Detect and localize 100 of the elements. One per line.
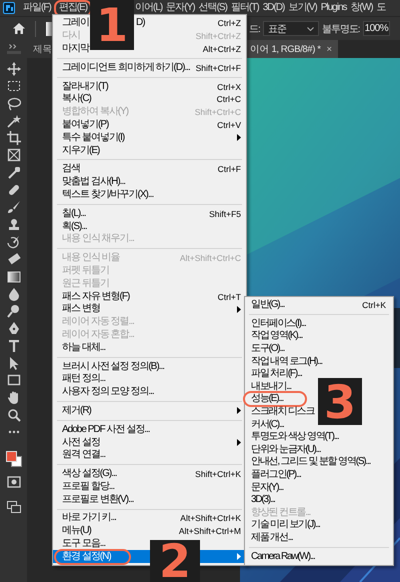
- droplet-icon[interactable]: [6, 286, 20, 301]
- shortcut-label: Shift+F5: [208, 208, 241, 220]
- menu-item[interactable]: Camera Raw(W)...: [245, 550, 393, 563]
- gradient-tool-icon[interactable]: [6, 270, 20, 284]
- menu-title[interactable]: 선택(S): [198, 1, 227, 15]
- menu-item[interactable]: 사용자 정의 모양 정의...: [53, 386, 246, 399]
- menu-item[interactable]: Adobe PDF 사전 설정...: [53, 423, 246, 436]
- menu-item[interactable]: 특수 붙여넣기(I): [53, 131, 246, 144]
- shortcut-label: Ctrl+C: [216, 93, 241, 106]
- frame-tool-icon[interactable]: [6, 148, 20, 162]
- menu-title[interactable]: 이어(L): [135, 1, 162, 15]
- menu-item[interactable]: 단위와 눈금자(U)...: [245, 444, 393, 456]
- menu-title[interactable]: 문자(Y): [166, 1, 195, 15]
- opacity-field[interactable]: 100%: [362, 21, 390, 36]
- document-tab[interactable]: 이어 1, RGB/8#) * ×: [247, 40, 338, 58]
- lasso-tool-icon[interactable]: [6, 96, 20, 111]
- shortcut-label: Shift+Ctrl+K: [194, 468, 241, 480]
- step-number: 1: [90, 0, 134, 50]
- step-number: 2: [150, 540, 200, 582]
- quick-mask-icon[interactable]: [6, 476, 20, 488]
- menu-item[interactable]: 파일 처리(F)...: [245, 368, 393, 381]
- shortcut-label: Ctrl+X: [216, 80, 241, 93]
- menu-item[interactable]: 프로필 할당...: [53, 480, 246, 494]
- menu-item[interactable]: 바로 가기 키... Alt+Shift+Ctrl+K: [53, 512, 246, 525]
- menu-item[interactable]: 획(S)...: [53, 220, 246, 233]
- menu-item[interactable]: 작업 영역(K)...: [245, 330, 393, 343]
- menu-item[interactable]: 메뉴(U) Alt+Shift+Ctrl+M: [53, 524, 246, 538]
- magic-wand-icon[interactable]: [6, 114, 20, 128]
- menu-title[interactable]: 보기(V): [288, 1, 317, 15]
- menu-item[interactable]: 문자(Y)...: [245, 481, 393, 494]
- shortcut-label: Alt+Ctrl+Z: [202, 42, 241, 55]
- menu-item[interactable]: 붙여넣기(P) Ctrl+V: [53, 118, 246, 132]
- collapse-icon[interactable]: [9, 44, 18, 49]
- eyedropper-icon[interactable]: [6, 166, 20, 180]
- menu-item[interactable]: 검색 Ctrl+F: [53, 162, 246, 176]
- move-tool-icon[interactable]: [6, 62, 20, 76]
- shortcut-label: Ctrl+F: [216, 163, 241, 176]
- shortcut-label: Shift+Ctrl+F: [194, 62, 241, 74]
- menu-item[interactable]: 그레이디언트 희미하게 하기(D)... Shift+Ctrl+F: [53, 61, 246, 74]
- menu-item[interactable]: 도구(O)...: [245, 342, 393, 356]
- menu-item[interactable]: 작업 내역 로그(H)...: [245, 355, 393, 368]
- menu-item[interactable]: 3D(3)...: [245, 494, 393, 506]
- crop-tool-icon[interactable]: [6, 131, 20, 146]
- shortcut-label: Ctrl+Z: [216, 17, 241, 30]
- menu-title[interactable]: 3D(D): [262, 1, 284, 15]
- menu-item[interactable]: 텍스트 찾기/바꾸기(X)...: [53, 188, 246, 202]
- zoom-icon[interactable]: [6, 408, 20, 422]
- mode-label: 드:: [249, 22, 260, 36]
- shortcut-label: Ctrl+K: [361, 299, 386, 312]
- stamp-tool-icon[interactable]: [6, 218, 20, 232]
- shortcut-label: Shift+Ctrl+Z: [194, 30, 241, 42]
- menu-item[interactable]: 일반(G)... Ctrl+K: [245, 299, 393, 312]
- history-brush-icon[interactable]: [6, 234, 20, 249]
- menu-item[interactable]: 투명도와 색상 영역(T)...: [245, 430, 393, 444]
- marquee-tool-icon[interactable]: [6, 79, 20, 94]
- menu-title[interactable]: 파일(F): [23, 1, 51, 15]
- menu-item[interactable]: 복사(C) Ctrl+C: [53, 92, 246, 106]
- menu-title[interactable]: 필터(T): [230, 1, 259, 15]
- menu-item[interactable]: 패스 변형: [53, 302, 246, 316]
- close-tab-button[interactable]: ×: [326, 44, 332, 54]
- home-icon[interactable]: [13, 23, 25, 34]
- menu-item[interactable]: 인터페이스(I)...: [245, 318, 393, 330]
- menu-item[interactable]: 제품 개선...: [245, 532, 393, 544]
- menu-item[interactable]: 패스 자유 변형(F) Ctrl+T: [53, 290, 246, 303]
- screen-mode-icon[interactable]: [6, 501, 20, 514]
- menu-item[interactable]: 안내선, 그리드 및 분할 영역(S)...: [245, 456, 393, 469]
- menu-item[interactable]: 색상 설정(G)... Shift+Ctrl+K: [53, 468, 246, 480]
- type-tool-icon[interactable]: [6, 338, 20, 353]
- shortcut-label: Alt+Shift+Ctrl+C: [178, 252, 241, 264]
- menu-item[interactable]: 플러그인(P)...: [245, 468, 393, 482]
- hand-tool-icon[interactable]: [6, 390, 20, 405]
- menu-item[interactable]: 제거(R): [53, 404, 246, 418]
- brush-tool-icon[interactable]: [6, 200, 20, 214]
- menu-item[interactable]: 잘라내기(T) Ctrl+X: [53, 80, 246, 93]
- shortcut-label: Shift+Ctrl+C: [194, 106, 241, 118]
- shortcut-label: Ctrl+V: [216, 118, 241, 131]
- dodge-tool-icon[interactable]: [6, 304, 20, 318]
- menu-item[interactable]: 프로필로 변환(V)...: [53, 493, 246, 506]
- menu-item[interactable]: 하늘 대체...: [53, 341, 246, 354]
- color-swatches-icon[interactable]: [6, 450, 22, 467]
- menu-item[interactable]: 기술 미리 보기(J)...: [245, 519, 393, 532]
- pen-tool-icon[interactable]: [6, 321, 20, 336]
- mode-dropdown[interactable]: 표준: [262, 21, 319, 36]
- menu-title[interactable]: 도: [376, 1, 386, 15]
- menu-title[interactable]: 창(W): [350, 1, 373, 15]
- rectangle-tool-icon[interactable]: [6, 373, 20, 388]
- menu-item[interactable]: 칠(L)... Shift+F5: [53, 207, 246, 220]
- chevron-down-icon: [306, 26, 314, 30]
- shortcut-label: Alt+Shift+Ctrl+K: [179, 512, 241, 524]
- menu-item[interactable]: 지우기(E): [53, 144, 246, 157]
- menu-item[interactable]: 원격 연결...: [53, 448, 246, 462]
- shortcut-label: Alt+Shift+Ctrl+M: [178, 525, 241, 538]
- menu-item[interactable]: 사전 설정: [53, 436, 246, 449]
- menu-item[interactable]: 맞춤법 검사(H)...: [53, 176, 246, 189]
- menu-title[interactable]: Plugins: [320, 1, 347, 15]
- app-logo-icon: [3, 2, 15, 14]
- opacity-label: 불투명도:: [322, 22, 360, 36]
- menu-item[interactable]: 패턴 정의...: [53, 372, 246, 386]
- menu-item[interactable]: 브러시 사전 설정 정의(B)...: [53, 360, 246, 373]
- step-number: 3: [318, 378, 362, 425]
